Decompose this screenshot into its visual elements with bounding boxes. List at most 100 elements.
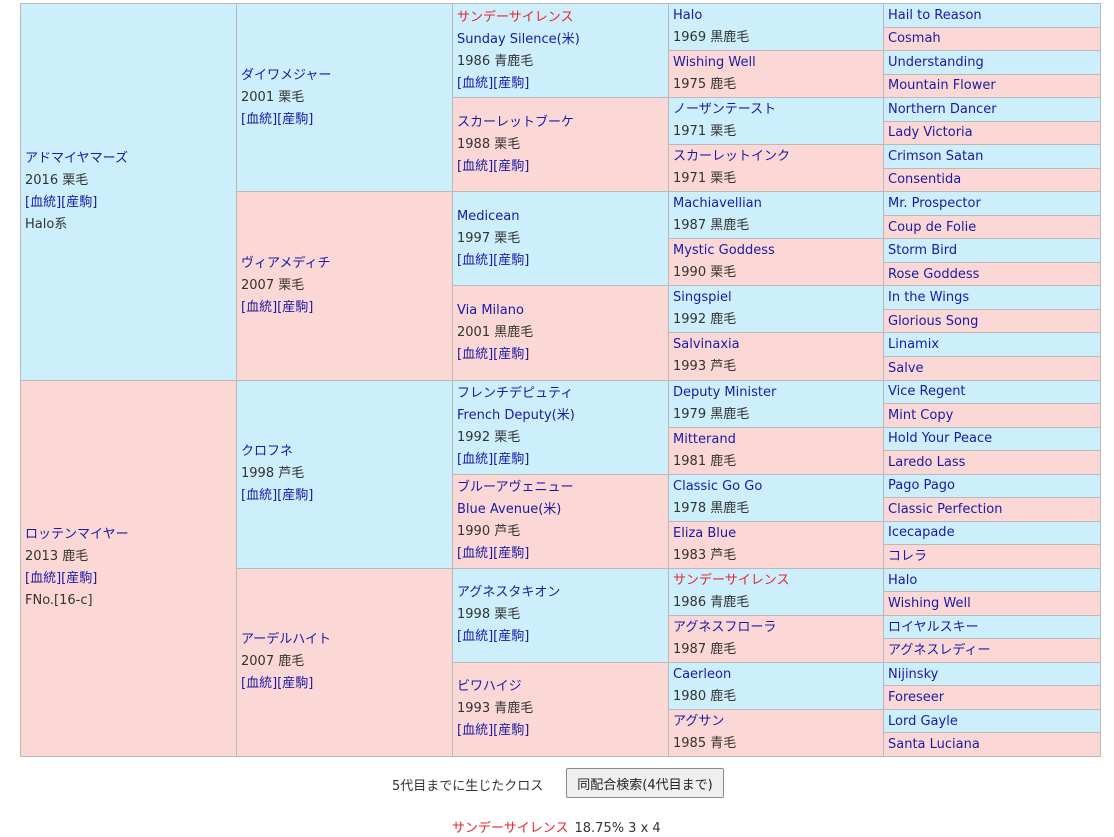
horse-foreign-name-link[interactable]: Sunday Silence(米) [457,29,668,51]
gen5-cell: Glorious Song [883,308,1101,334]
pedigree-links[interactable]: [血統][産駒] [457,73,668,95]
horse-name-link[interactable]: Rose Goddess [888,267,1100,282]
gen5-cell: Hold Your Peace [883,426,1101,452]
horse-name-link[interactable]: Wishing Well [888,596,1100,611]
horse-name-link[interactable]: Wishing Well [673,52,883,74]
horse-name-link[interactable]: Coup de Folie [888,220,1100,235]
horse-name-link[interactable]: フレンチデピュティ [457,383,668,405]
horse-year-color: 2001 栗毛 [241,89,305,105]
pedigree-links[interactable]: [血統][産駒] [457,250,668,272]
horse-name-link[interactable]: Singspiel [673,287,883,309]
horse-name-link[interactable]: コレラ [888,549,1100,564]
horse-name-link[interactable]: Consentida [888,172,1100,187]
horse-name-link[interactable]: Lady Victoria [888,125,1100,140]
pedigree-links[interactable]: [血統][産駒] [241,109,452,131]
horse-name-link[interactable]: In the Wings [888,290,1100,305]
horse-name-link[interactable]: ビワハイジ [457,676,668,698]
horse-name-link[interactable]: Classic Perfection [888,502,1100,517]
pedigree-links[interactable]: [血統][産駒] [457,626,668,648]
sire-name-link[interactable]: アドマイヤマーズ [25,148,236,170]
horse-name-link[interactable]: アグサン [673,711,883,733]
horse-name-link[interactable]: Hold Your Peace [888,431,1100,446]
horse-name-link[interactable]: サンデーサイレンス [457,7,668,29]
dam-cell: ロッテンマイヤー 2013 鹿毛 [血統][産駒] FNo.[16-c] [20,379,237,757]
gen2-cell: クロフネ 1998 芦毛 [血統][産駒] [236,379,453,569]
horse-name-link[interactable]: Linamix [888,337,1100,352]
horse-name-link[interactable]: Mitterand [673,429,883,451]
horse-name-link[interactable]: Understanding [888,55,1100,70]
horse-name-link[interactable]: Machiavellian [673,193,883,215]
pedigree-links[interactable]: [血統][産駒] [241,485,452,507]
gen5-cell: Cosmah [883,26,1101,52]
horse-name-link[interactable]: Icecapade [888,525,1100,540]
horse-name-link[interactable]: Santa Luciana [888,737,1100,752]
horse-name-link[interactable]: Salve [888,361,1100,376]
horse-name-link[interactable]: Halo [673,5,883,27]
sire-pedigree-links[interactable]: [血統][産駒] [25,192,236,214]
horse-name-link[interactable]: Northern Dancer [888,102,1100,117]
pedigree-links[interactable]: [血統][産駒] [457,449,668,471]
same-mating-search-button[interactable]: 同配合検索(4代目まで) [566,768,724,798]
horse-name-link[interactable]: Deputy Minister [673,382,883,404]
horse-name-link[interactable]: ヴィアメディチ [241,253,452,275]
horse-name-link[interactable]: Lord Gayle [888,714,1100,729]
horse-name-link[interactable]: Storm Bird [888,243,1100,258]
horse-name-link[interactable]: ロイヤルスキー [888,620,1100,635]
horse-year-color: 1983 芦毛 [673,547,737,563]
dam-pedigree-links[interactable]: [血統][産駒] [25,568,236,590]
gen4-cell: Deputy Minister 1979 黒鹿毛 [668,379,884,428]
gen4-cell: ノーザンテースト 1971 栗毛 [668,97,884,146]
horse-name-link[interactable]: アグネスフローラ [673,617,883,639]
dam-name-link[interactable]: ロッテンマイヤー [25,524,236,546]
pedigree-links[interactable]: [血統][産駒] [457,720,668,742]
horse-name-link[interactable]: Cosmah [888,31,1100,46]
gen3-cell: アグネスタキオン 1998 栗毛 [血統][産駒] [452,567,669,663]
gen5-cell: Lord Gayle [883,708,1101,734]
horse-name-link[interactable]: ノーザンテースト [673,99,883,121]
pedigree-links[interactable]: [血統][産駒] [241,297,452,319]
horse-name-link[interactable]: ブルーアヴェニュー [457,477,668,499]
horse-year-color: 1985 青毛 [673,735,737,751]
horse-name-link[interactable]: Eliza Blue [673,523,883,545]
pedigree-links[interactable]: [血統][産駒] [457,156,668,178]
horse-year-color: 1986 青鹿毛 [457,53,534,69]
horse-name-link[interactable]: スカーレットインク [673,146,883,168]
horse-name-link[interactable]: Caerleon [673,664,883,686]
horse-name-link[interactable]: Mystic Goddess [673,240,883,262]
horse-name-link[interactable]: Nijinsky [888,667,1100,682]
horse-name-link[interactable]: Halo [888,573,1100,588]
horse-name-link[interactable]: Laredo Lass [888,455,1100,470]
horse-name-link[interactable]: Salvinaxia [673,334,883,356]
horse-name-link[interactable]: Mountain Flower [888,78,1100,93]
horse-name-link[interactable]: Hail to Reason [888,8,1100,23]
horse-foreign-name-link[interactable]: Blue Avenue(米) [457,499,668,521]
sire-year-color: 2016 栗毛 [25,172,89,188]
gen5-cell: Crimson Satan [883,144,1101,169]
horse-name-link[interactable]: Classic Go Go [673,476,883,498]
horse-year-color: 1981 鹿毛 [673,453,737,469]
horse-year-color: 2007 鹿毛 [241,654,305,670]
horse-name-link[interactable]: Medicean [457,206,668,228]
horse-name-link[interactable]: アグネスタキオン [457,582,668,604]
horse-name-link[interactable]: Foreseer [888,690,1100,705]
horse-name-link[interactable]: Crimson Satan [888,149,1100,164]
horse-name-link[interactable]: Vice Regent [888,384,1100,399]
horse-name-link[interactable]: スカーレットブーケ [457,112,668,134]
horse-foreign-name-link[interactable]: French Deputy(米) [457,405,668,427]
pedigree-links[interactable]: [血統][産駒] [457,344,668,366]
horse-name-link[interactable]: クロフネ [241,441,452,463]
sire-cell: アドマイヤマーズ 2016 栗毛 [血統][産駒] Halo系 [20,3,237,381]
horse-name-link[interactable]: アーデルハイト [241,629,452,651]
gen5-cell: Icecapade [883,520,1101,546]
cross-horse-link[interactable]: サンデーサイレンス [452,821,568,836]
horse-name-link[interactable]: Mr. Prospector [888,196,1100,211]
pedigree-links[interactable]: [血統][産駒] [241,673,452,695]
pedigree-links[interactable]: [血統][産駒] [457,543,668,565]
horse-name-link[interactable]: ダイワメジャー [241,65,452,87]
horse-name-link[interactable]: Glorious Song [888,314,1100,329]
horse-name-link[interactable]: Pago Pago [888,478,1100,493]
horse-name-link[interactable]: サンデーサイレンス [673,570,883,592]
horse-name-link[interactable]: Mint Copy [888,408,1100,423]
horse-name-link[interactable]: Via Milano [457,300,668,322]
horse-name-link[interactable]: アグネスレディー [888,643,1100,658]
